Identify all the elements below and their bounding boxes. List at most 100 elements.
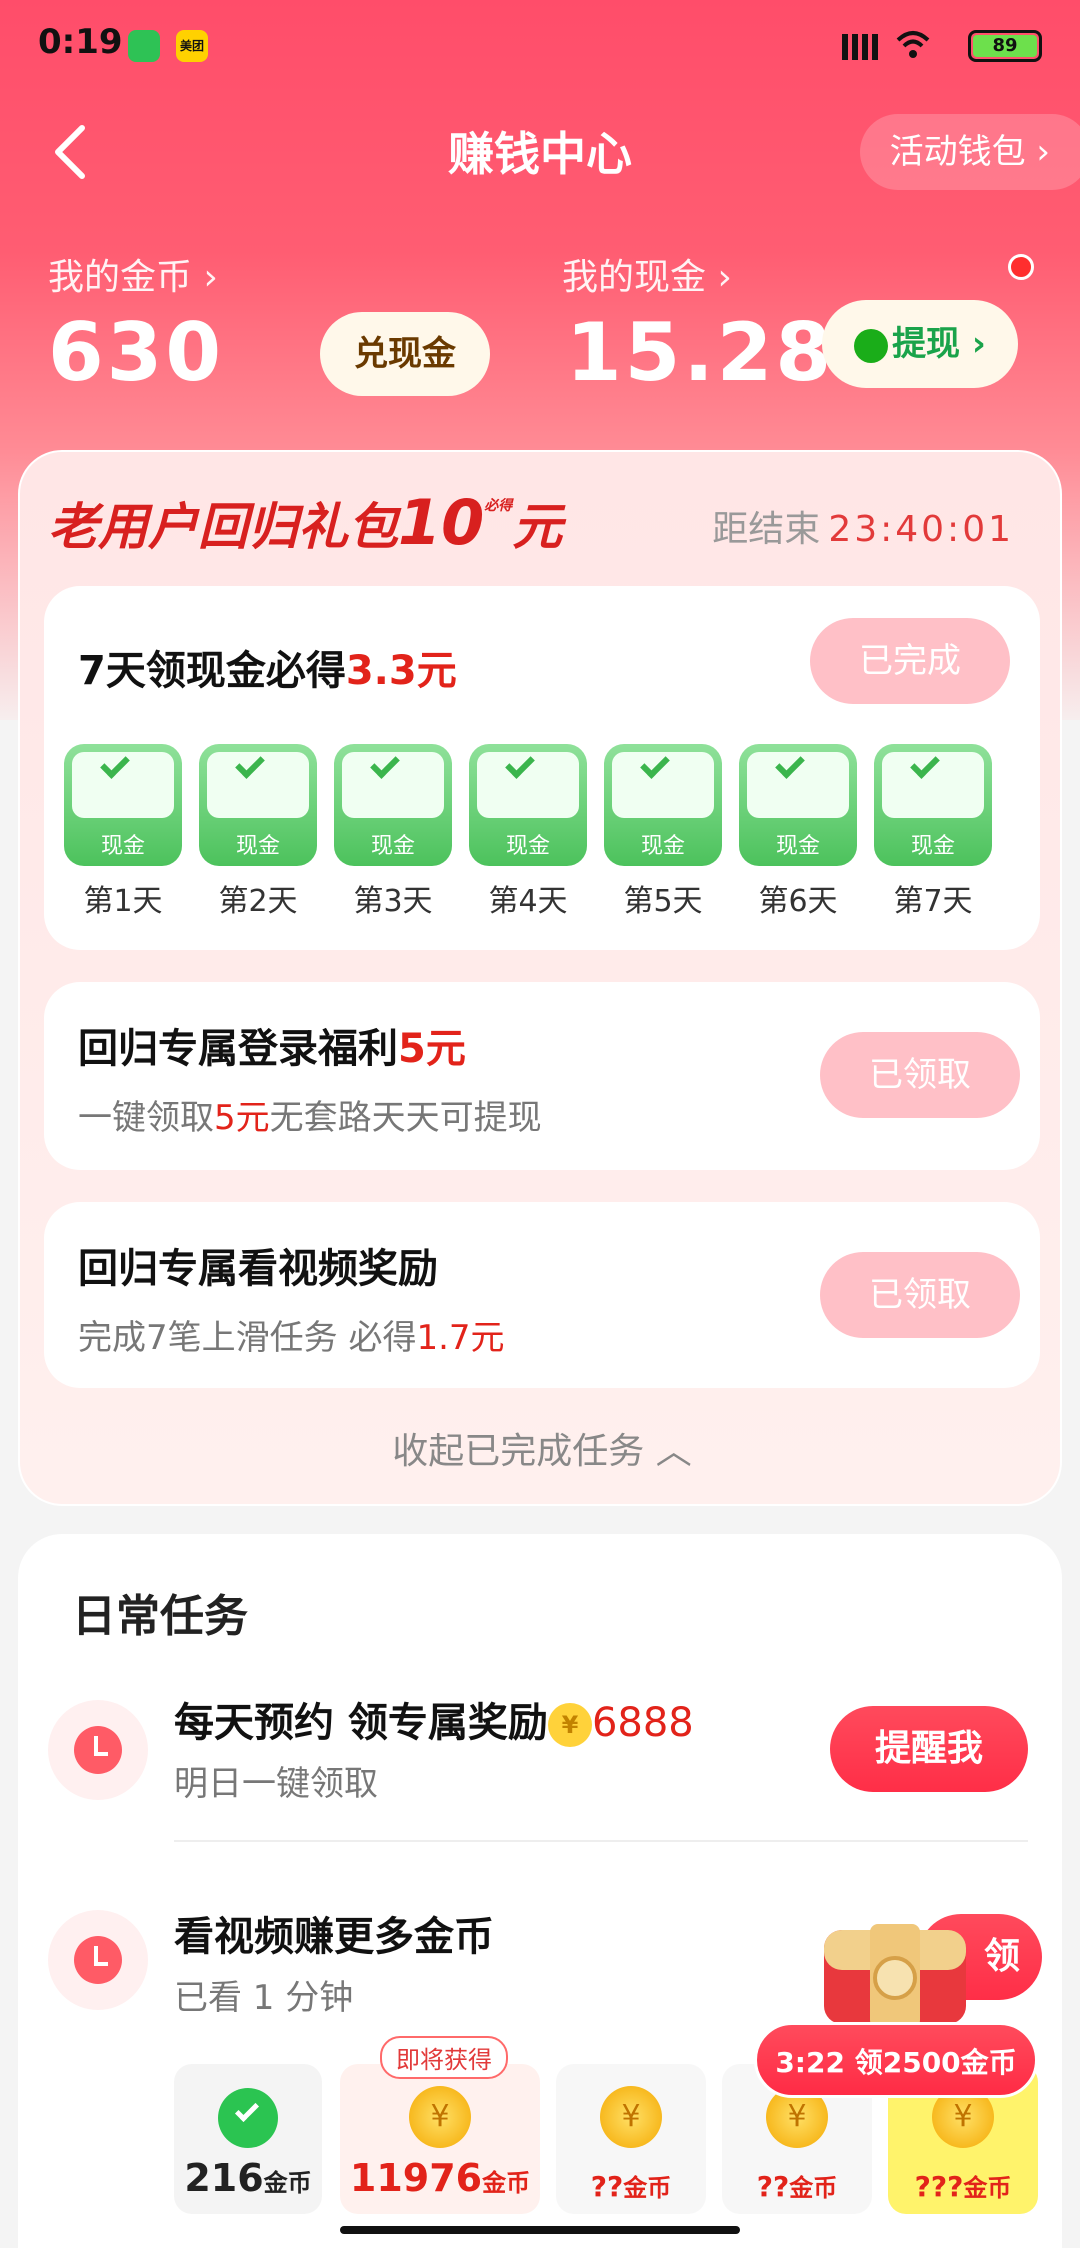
video-claimed-button[interactable]: 已领取 — [820, 1252, 1020, 1338]
countdown-value: 23:40:01 — [828, 509, 1014, 550]
coins-label-link[interactable]: 我的金币 › — [48, 248, 218, 300]
checkin-reward-label: 现金 — [235, 834, 280, 859]
notification-dot — [1008, 254, 1034, 280]
return-title-amount: 10 — [398, 486, 485, 559]
cash-label: 我的现金 — [562, 257, 707, 298]
login-sub-amount: 5元 — [214, 1098, 270, 1138]
checkin-day: 现金第4天 — [469, 744, 587, 920]
wechat-pay-icon — [854, 328, 889, 363]
return-title-unit: 元 — [512, 498, 563, 556]
checkin-day: 现金第6天 — [739, 744, 857, 920]
strip-unit: 金币 — [482, 2169, 531, 2197]
login-sub-prefix: 一键领取 — [78, 1098, 214, 1138]
return-card-title: 老用户回归礼包10必得元 — [48, 486, 562, 559]
checkin-day-label: 第4天 — [488, 884, 568, 919]
divider — [174, 1840, 1028, 1842]
checkin-reward-label: 现金 — [505, 834, 550, 859]
exchange-cash-button[interactable]: 兑现金 — [320, 312, 490, 396]
treasure-chest-icon[interactable] — [810, 1904, 980, 2034]
checkin-reward-label: 现金 — [640, 834, 685, 859]
checkin-reward-label: 现金 — [910, 834, 955, 859]
video-sub-prefix: 完成7笔上滑任务 必得 — [78, 1318, 417, 1358]
countdown-label: 距结束 — [712, 509, 821, 550]
activity-wallet-button[interactable]: 活动钱包 › — [859, 114, 1080, 190]
upcoming-tag: 即将获得 — [380, 2036, 508, 2079]
task1-title-text: 每天预约 领专属奖励 — [174, 1700, 548, 1746]
daily-tasks-title: 日常任务 — [72, 1591, 248, 1642]
strip-value: ?? — [590, 2170, 624, 2203]
checkin-reward-label: 现金 — [100, 834, 145, 859]
coin-icon: ¥ — [409, 2086, 471, 2148]
checkin-day-label: 第3天 — [353, 884, 433, 919]
coin-icon: ¥ — [600, 2086, 662, 2148]
cash-label-link[interactable]: 我的现金 › — [562, 248, 732, 300]
checkin-title: 7天领现金必得3.3元 — [78, 638, 457, 696]
task1-title: 每天预约 领专属奖励 ¥6888 — [174, 1690, 694, 1748]
strip-unit: 金币 — [963, 2174, 1012, 2202]
checkin-day-box: 现金 — [604, 744, 722, 866]
floating-reward-timer[interactable]: 3:22 领2500金币 — [754, 2022, 1038, 2098]
withdraw-label: 提现 — [892, 324, 961, 364]
wifi-icon — [896, 31, 930, 58]
strip-item-1: 216金币 — [174, 2064, 322, 2214]
checkin-title-prefix: 7天领现金必得 — [78, 648, 346, 694]
video-reward-panel: 回归专属看视频奖励 完成7笔上滑任务 必得1.7元 已领取 — [44, 1202, 1040, 1388]
video-sub-amount: 1.7元 — [416, 1318, 505, 1358]
strip-value: ??? — [914, 2170, 964, 2203]
checkin-day: 现金第3天 — [334, 744, 452, 920]
checkin-day-box: 现金 — [469, 744, 587, 866]
checkin-day-box: 现金 — [199, 744, 317, 866]
checkin-day-box: 现金 — [874, 744, 992, 866]
activity-wallet-label: 活动钱包 — [889, 132, 1026, 172]
login-sub-suffix: 无套路天天可提现 — [269, 1098, 542, 1138]
task1-sub: 明日一键领取 — [174, 1764, 378, 1804]
checkin-day: 现金 第5天 — [604, 744, 722, 920]
floating-timer-text: 领2500金币 — [854, 2046, 1017, 2079]
home-indicator — [340, 2226, 740, 2234]
checkin-day-box: 现金 — [334, 744, 452, 866]
task1-reward: 6888 — [591, 1700, 694, 1746]
return-title-must: 必得 — [484, 498, 513, 514]
battery-level: 89 — [973, 35, 1037, 57]
collapse-label: 收起已完成任务 — [392, 1431, 645, 1472]
status-time: 0:19 — [38, 22, 123, 62]
coins-label: 我的金币 — [48, 257, 193, 298]
checkin-day-label: 第6天 — [758, 884, 838, 919]
checkin-day-box: 现金 — [64, 744, 182, 866]
chevron-up-icon: ︿ — [655, 1431, 692, 1472]
checkin-day: 现金第7天 — [874, 744, 992, 920]
checkin-day-label: 第2天 — [218, 884, 298, 919]
return-title-prefix: 老用户回归礼包 — [48, 498, 398, 556]
strip-unit: 金币 — [263, 2169, 312, 2197]
signal-icon — [842, 34, 882, 60]
coins-value: 630 — [48, 306, 224, 399]
checkin-day-label: 第7天 — [893, 884, 973, 919]
daily-tasks-card: 日常任务 每天预约 领专属奖励 ¥6888 明日一键领取 提醒我 看视频赚更多金币… — [18, 1534, 1062, 2248]
checkin-days: 现金 第1天 现金 第2天 现金 第3天 现金 第4天 现金 第5天 现金 第6天 现金 第7天 — [64, 744, 1014, 934]
login-claimed-button[interactable]: 已领取 — [820, 1032, 1020, 1118]
wechat-icon — [128, 30, 160, 62]
strip-unit: 金币 — [623, 2174, 672, 2202]
login-title-prefix: 回归专属登录福利 — [78, 1026, 398, 1072]
remind-me-button[interactable]: 提醒我 — [830, 1706, 1028, 1792]
login-reward-panel: 回归专属登录福利5元 一键领取5元无套路天天可提现 已领取 — [44, 982, 1040, 1170]
countdown: 距结束 23:40:01 — [712, 500, 1014, 552]
strip-value: ?? — [756, 2170, 790, 2203]
checkin-reward-label: 现金 — [775, 834, 820, 859]
task2-sub: 已看 1 分钟 — [174, 1978, 354, 2018]
login-reward-title: 回归专属登录福利5元 — [78, 1016, 466, 1074]
checkin-panel: 7天领现金必得3.3元 已完成 现金 第1天 现金 第2天 现金 第3天 现金 第4天 现金 第5… — [44, 586, 1040, 950]
alarm-icon — [48, 1910, 148, 2010]
strip-value: 11976 — [349, 2156, 483, 2200]
coin-icon: ¥ — [547, 1703, 592, 1747]
checkin-day: 现金 第1天 — [64, 744, 182, 920]
strip-item-2: 即将获得 ¥ 11976金币 — [340, 2036, 540, 2214]
strip-unit: 金币 — [789, 2174, 838, 2202]
alarm-icon — [48, 1700, 148, 1800]
battery-icon: 89 — [968, 30, 1042, 62]
strip-value: 216 — [184, 2156, 264, 2200]
withdraw-button[interactable]: 提现 › — [822, 300, 1018, 388]
checkin-completed-button[interactable]: 已完成 — [810, 618, 1010, 704]
collapse-completed-button[interactable]: 收起已完成任务 ︿ — [20, 1422, 1064, 1474]
checkin-title-amount: 3.3元 — [345, 648, 457, 694]
